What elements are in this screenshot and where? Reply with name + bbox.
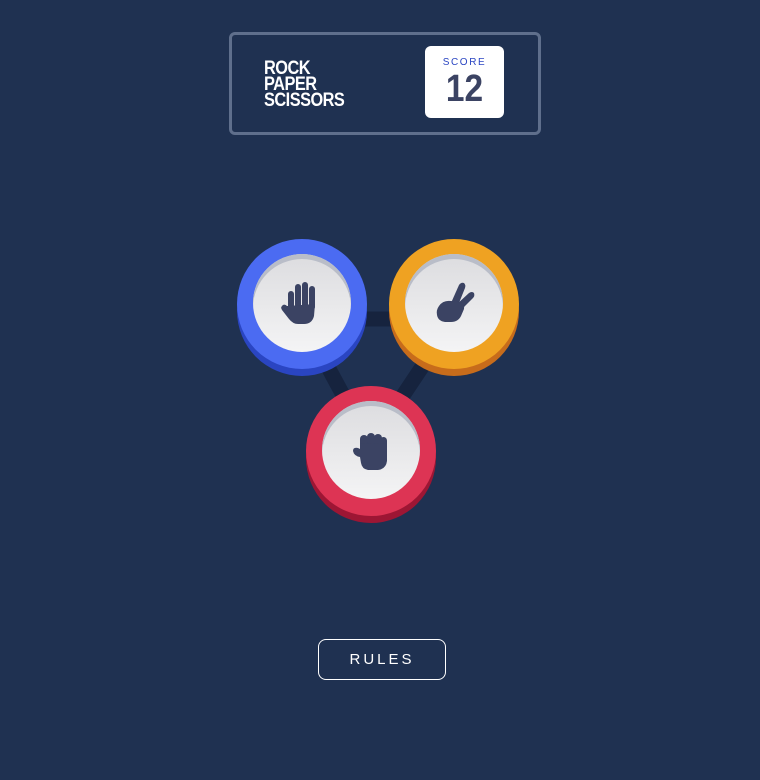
hand-scissors-icon: [436, 282, 475, 322]
scissors-button[interactable]: [389, 239, 519, 369]
hand-rock-icon: [353, 433, 387, 470]
rock-token-face: [322, 401, 420, 499]
paper-token-face: [253, 254, 351, 352]
rules-button[interactable]: RULES: [318, 639, 446, 680]
rock-button[interactable]: [306, 386, 436, 516]
scissors-token-face: [405, 254, 503, 352]
paper-button[interactable]: [237, 239, 367, 369]
game-page: ROCK PAPER SCISSORS SCORE 12 RULES: [0, 0, 760, 780]
hand-paper-icon: [281, 282, 315, 324]
